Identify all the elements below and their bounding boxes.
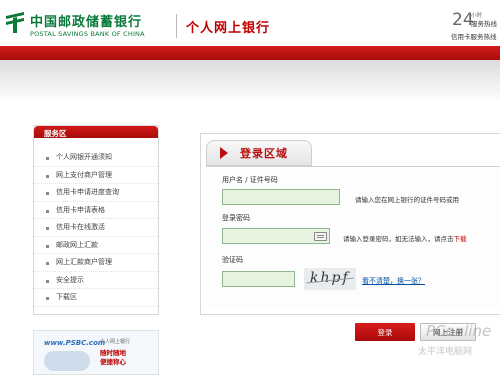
banner-title: 个人网上银行 — [100, 339, 131, 345]
psbc-logo-icon — [6, 12, 24, 33]
watermark: PConline 太平洋电脑网 — [418, 322, 500, 362]
sidebar-item-online-remittance[interactable]: 邮政网上汇款 — [34, 237, 158, 254]
captcha-input[interactable] — [222, 271, 295, 287]
password-label: 登录密码 — [222, 214, 250, 222]
page-header: 中国邮政储蓄银行 POSTAL SAVINGS BANK OF CHINA 个人… — [0, 0, 500, 46]
username-hint: 请输入您在网上银行的证件号码或用 — [355, 196, 459, 204]
promo-banner[interactable]: www.PSBC.com 个人网上银行 随时随地 便捷称心 — [33, 330, 159, 375]
sidebar-item-security-tips[interactable]: 安全提示 — [34, 272, 158, 289]
watermark-brand: PConline — [426, 322, 492, 340]
banner-url: www.PSBC.com — [44, 339, 106, 347]
sidebar-item-remittance-merchant[interactable]: 网上汇款商户管理 — [34, 254, 158, 272]
sidebar-list: 个人网银开通须知 网上支付商户管理 信用卡申请进度查询 信用卡申请表格 信用卡在… — [34, 149, 158, 307]
banner-slogan-2: 便捷称心 — [100, 358, 126, 366]
hotline-sub-label: 信用卡服务热线 — [451, 33, 497, 41]
sidebar-item-downloads[interactable]: 下载区 — [34, 289, 158, 307]
login-title: 登录区域 — [240, 147, 288, 160]
section-title: 个人网上银行 — [186, 21, 271, 36]
keyboard-icon[interactable] — [314, 232, 327, 241]
sidebar-title-bar: 服务区 — [34, 126, 158, 138]
bank-name-en: POSTAL SAVINGS BANK OF CHINA — [30, 30, 145, 38]
sidebar-item-activation-notice[interactable]: 个人网银开通须知 — [34, 149, 158, 167]
password-hint: 请输入登录密码，如无法输入，请点击下载 — [343, 233, 467, 243]
hotline-label: 服务热线 — [471, 20, 497, 28]
password-hint-text: 请输入登录密码，如无法输入，请点击 — [343, 235, 454, 243]
header-gradient-band — [0, 60, 500, 102]
download-link[interactable]: 下载 — [454, 235, 467, 243]
header-divider — [176, 14, 177, 38]
captcha-label: 验证码 — [222, 256, 243, 264]
banner-decoration — [44, 351, 90, 371]
top-red-bar — [0, 46, 500, 60]
watermark-subtitle: 太平洋电脑网 — [418, 347, 473, 357]
sidebar-item-card-progress[interactable]: 信用卡申请进度查询 — [34, 184, 158, 202]
bank-name-cn: 中国邮政储蓄银行 — [30, 15, 143, 30]
sidebar-item-card-application[interactable]: 信用卡申请表格 — [34, 202, 158, 219]
username-input[interactable] — [222, 189, 340, 205]
sidebar-item-card-activation[interactable]: 信用卡在线激活 — [34, 219, 158, 237]
service-sidebar: 服务区 个人网银开通须知 网上支付商户管理 信用卡申请进度查询 信用卡申请表格 … — [33, 125, 159, 315]
sidebar-item-merchant-management[interactable]: 网上支付商户管理 — [34, 167, 158, 184]
username-label: 用户名 / 证件号码 — [222, 176, 278, 184]
captcha-image[interactable]: khpf — [304, 268, 356, 290]
sidebar-title: 服务区 — [44, 129, 67, 138]
arrow-right-icon — [220, 147, 228, 159]
login-button[interactable]: 登录 — [355, 323, 415, 341]
refresh-captcha-link[interactable]: 看不清楚，换一张？ — [362, 276, 425, 286]
